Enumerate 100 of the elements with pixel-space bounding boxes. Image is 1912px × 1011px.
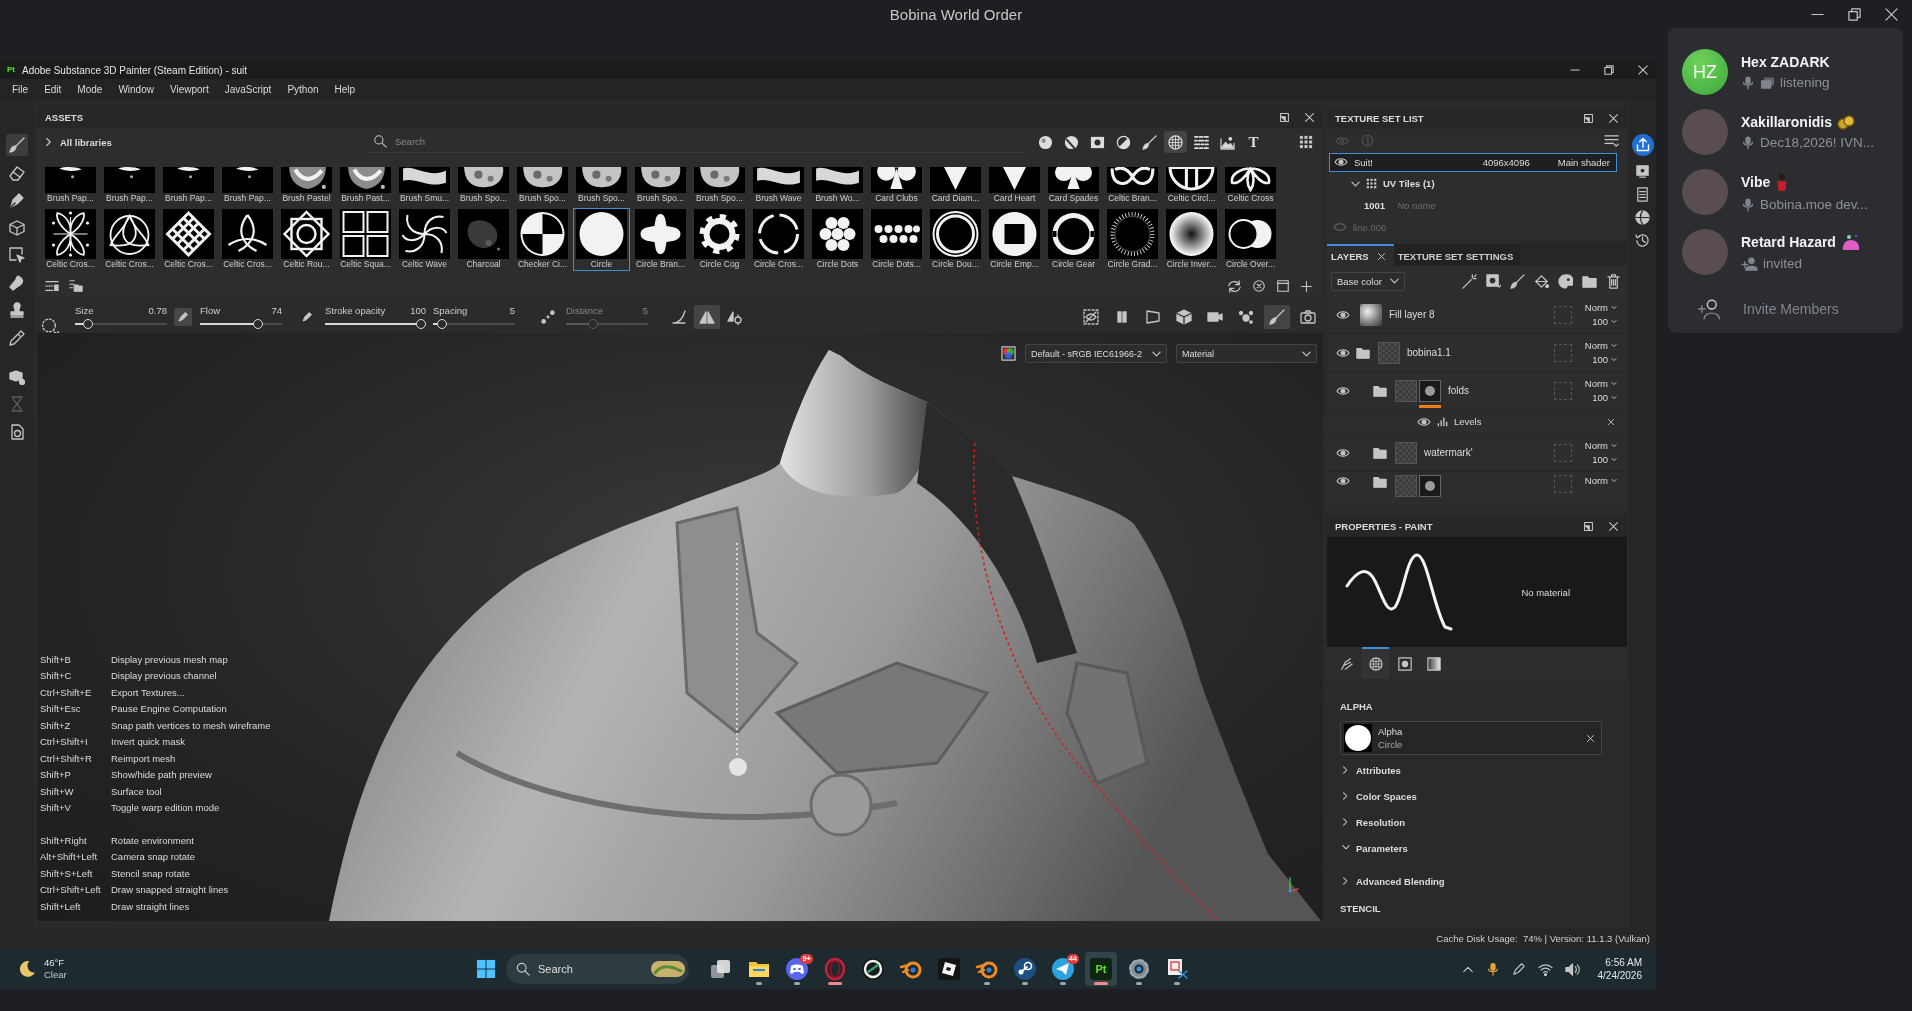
asset-tile[interactable]: Celtic Squa... — [337, 208, 394, 271]
folder-icon[interactable] — [1355, 345, 1371, 360]
speaker-icon[interactable] — [1564, 961, 1580, 977]
brush-icon[interactable] — [6, 134, 28, 156]
clock[interactable]: 6:56 AM 4/24/2026 — [1597, 956, 1642, 982]
asset-tile[interactable]: Circle Grad... — [1104, 208, 1161, 271]
menu-item[interactable]: JavaScript — [216, 82, 280, 97]
close-icon[interactable] — [1885, 8, 1898, 21]
microphone-icon[interactable] — [1485, 962, 1500, 976]
export-icon[interactable] — [1631, 134, 1654, 156]
brush-button[interactable] — [1264, 304, 1290, 329]
magic-wand-icon[interactable] — [1462, 273, 1477, 289]
layer-name[interactable]: Fill layer 8 — [1389, 309, 1435, 320]
float-panel-icon[interactable] — [1279, 111, 1290, 123]
asset-tile[interactable]: Brush Wo... — [809, 166, 866, 205]
grid-view-icon[interactable] — [1299, 135, 1313, 149]
chevron-down-icon[interactable] — [1351, 179, 1360, 188]
taskbar-app-button[interactable]: Pt — [1085, 952, 1117, 986]
layer-row[interactable]: watermark' Norm 100 — [1327, 434, 1627, 472]
asset-tile[interactable]: Brush Wave — [750, 166, 807, 205]
menu-item[interactable]: Mode — [69, 82, 111, 97]
asset-tile[interactable]: Circle — [573, 208, 630, 271]
layer-row[interactable]: Norm — [1327, 472, 1627, 496]
asset-tile[interactable]: Celtic Cross — [1222, 166, 1279, 205]
collapsible-section[interactable]: Advanced Blending — [1340, 868, 1627, 894]
asset-tile[interactable]: Celtic Cros... — [101, 208, 158, 271]
plus-icon[interactable] — [1300, 279, 1313, 293]
layer-row[interactable]: Fill layer 8 Norm 100 — [1327, 296, 1627, 334]
restore-icon[interactable] — [1848, 8, 1861, 21]
chevron-right-icon[interactable] — [45, 137, 52, 147]
close-icon[interactable] — [1608, 520, 1619, 532]
asset-tile[interactable]: Brush Past... — [337, 166, 394, 205]
asset-tile[interactable]: Brush Pap... — [219, 166, 276, 205]
start-icon[interactable] — [476, 959, 496, 979]
close-icon[interactable] — [1376, 251, 1386, 261]
eye-icon[interactable] — [1336, 475, 1350, 487]
opacity-dropdown[interactable]: 100 — [1592, 354, 1617, 365]
slider-value[interactable]: 74 — [271, 304, 282, 317]
asset-tile[interactable]: Brush Spo... — [455, 166, 512, 205]
restore-icon[interactable] — [1604, 65, 1614, 75]
collapsible-section[interactable]: Parameters — [1340, 835, 1627, 861]
slider-value[interactable]: 0.78 — [148, 304, 167, 317]
menu-item[interactable]: Window — [110, 82, 162, 97]
asset-tile[interactable]: Circle Emp... — [986, 208, 1043, 271]
asset-tile[interactable]: Circle Dots — [809, 208, 866, 271]
asset-tile[interactable]: Celtic Cros... — [219, 208, 276, 271]
mask-thumbnail[interactable] — [1419, 475, 1441, 497]
panel-tab[interactable]: LAYERS — [1327, 244, 1394, 266]
asset-tile[interactable]: Celtic Circl... — [1163, 166, 1220, 205]
float-panel-icon[interactable] — [1583, 112, 1594, 124]
layer-name[interactable]: bobina1.1 — [1407, 347, 1451, 358]
dots-path-icon[interactable] — [541, 309, 555, 324]
opacity-dropdown[interactable]: 100 — [1592, 454, 1617, 465]
asset-tile[interactable]: Brush Spo... — [514, 166, 571, 205]
layer-name[interactable]: folds — [1448, 385, 1470, 396]
asset-tile[interactable]: Celtic Rou... — [278, 208, 335, 271]
blend-mode-dropdown[interactable]: Norm — [1584, 302, 1617, 313]
pen-pressure-toggle[interactable] — [174, 307, 192, 326]
weather-condition[interactable]: Clear — [44, 969, 67, 981]
menu-item[interactable]: Python — [279, 82, 327, 97]
asset-tile[interactable]: Circle Dou... — [927, 208, 984, 271]
asset-tile[interactable]: Card Diam... — [927, 166, 984, 205]
asset-tile[interactable]: Card Heart — [986, 166, 1043, 205]
folder-list-icon[interactable] — [69, 279, 83, 293]
asset-tile[interactable]: Charcoal — [455, 208, 512, 271]
globe-icon[interactable] — [1635, 210, 1650, 225]
menu-item[interactable]: Help — [326, 82, 364, 97]
float-panel-icon[interactable] — [1583, 520, 1594, 532]
mirror-triangles-button[interactable] — [694, 304, 720, 329]
palette-icon[interactable] — [1558, 273, 1573, 289]
folder-icon[interactable] — [1372, 475, 1388, 489]
collapsible-section[interactable]: Resolution — [1340, 809, 1627, 835]
close-icon[interactable] — [1586, 733, 1595, 743]
asset-tile[interactable]: Circle Over... — [1222, 208, 1279, 271]
eye-icon[interactable] — [1336, 446, 1350, 459]
mask-thumbnail[interactable] — [1419, 379, 1441, 402]
list-view-icon[interactable] — [45, 279, 59, 293]
asset-tile[interactable]: Brush Smu... — [396, 166, 453, 205]
close-icon[interactable] — [1607, 417, 1615, 426]
opacity-dropdown[interactable]: 100 — [1592, 316, 1617, 327]
eye-icon[interactable] — [1336, 346, 1350, 359]
weather-temperature[interactable]: 46°F — [44, 957, 67, 969]
asset-tile[interactable]: Circle Cog — [691, 208, 748, 271]
brush-icon[interactable] — [1510, 273, 1525, 289]
monitor-icon[interactable] — [1635, 164, 1650, 179]
refresh-icon[interactable] — [1227, 278, 1242, 294]
blend-mode-dropdown[interactable]: Norm — [1584, 378, 1617, 389]
display-mode-dropdown[interactable]: Material — [1176, 344, 1317, 363]
asset-tile[interactable]: Brush Pap... — [160, 166, 217, 205]
search-field[interactable]: Search — [366, 131, 1026, 153]
square-hole-icon[interactable] — [1486, 273, 1501, 289]
uv-tiles-label[interactable]: UV Tiles (1) — [1383, 178, 1435, 190]
asset-tile[interactable]: Celtic Cros... — [160, 208, 217, 271]
brush-shape-icon[interactable] — [40, 316, 60, 335]
bar-chart-icon[interactable] — [1437, 416, 1448, 427]
search-field[interactable]: Search — [506, 954, 689, 984]
eye-icon[interactable] — [1334, 156, 1348, 169]
collapsible-section[interactable]: Color Spaces — [1340, 783, 1627, 809]
asset-tile[interactable]: Card Clubs — [868, 166, 925, 205]
asset-tile[interactable]: Brush Spo... — [573, 166, 630, 205]
